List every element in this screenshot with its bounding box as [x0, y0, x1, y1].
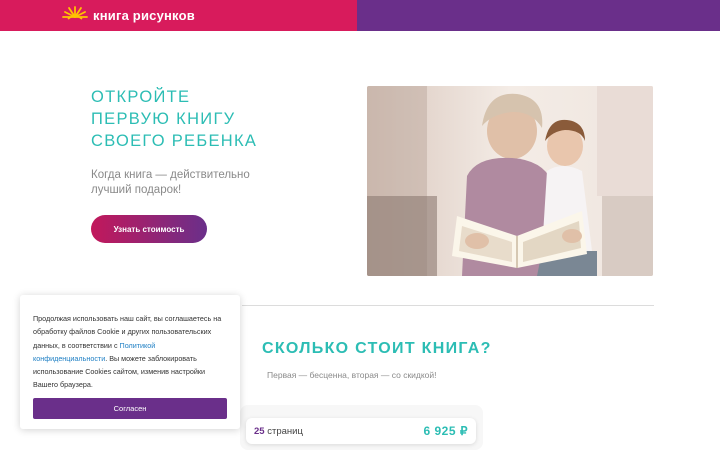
hero-title-line: Откройте	[91, 88, 191, 106]
pages-label: страниц	[267, 425, 303, 437]
pricing-subtitle: Первая — бесценна, вторая — со скидкой!	[267, 370, 437, 380]
hero-subtitle: Когда книга — действительно лучший подар…	[91, 169, 250, 196]
site-header: книга рисунков	[0, 0, 720, 31]
cookie-text: Продолжая использовать наш сайт, вы согл…	[33, 312, 227, 392]
sun-logo-icon	[62, 5, 88, 26]
page: книга рисунков Откройте первую книгу сво…	[0, 0, 720, 450]
cookie-banner: Продолжая использовать наш сайт, вы согл…	[20, 295, 240, 429]
hero-title-line: первую книгу	[91, 110, 236, 128]
price-option-card[interactable]: 25 страниц 6 925 ₽	[246, 418, 476, 444]
mother-daughter-reading-photo-icon	[367, 86, 653, 276]
hero-title: Откройте первую книгу своего ребенка	[91, 86, 331, 152]
header-right-panel	[357, 0, 720, 31]
get-price-button[interactable]: Узнать стоимость	[91, 215, 207, 243]
hero-photo	[367, 86, 653, 276]
price-value: 6 925 ₽	[423, 424, 468, 438]
section-divider	[242, 305, 654, 306]
pricing-title: Сколько стоит книга?	[262, 340, 492, 357]
pages-count: 25	[254, 425, 265, 437]
header-left-panel: книга рисунков	[0, 0, 357, 31]
hero-title-line: своего ребенка	[91, 132, 258, 150]
logo-link[interactable]: книга рисунков	[62, 5, 195, 26]
cookie-accept-button[interactable]: Согласен	[33, 398, 227, 419]
logo-text: книга рисунков	[93, 8, 195, 23]
pages-info: 25 страниц	[254, 426, 303, 437]
